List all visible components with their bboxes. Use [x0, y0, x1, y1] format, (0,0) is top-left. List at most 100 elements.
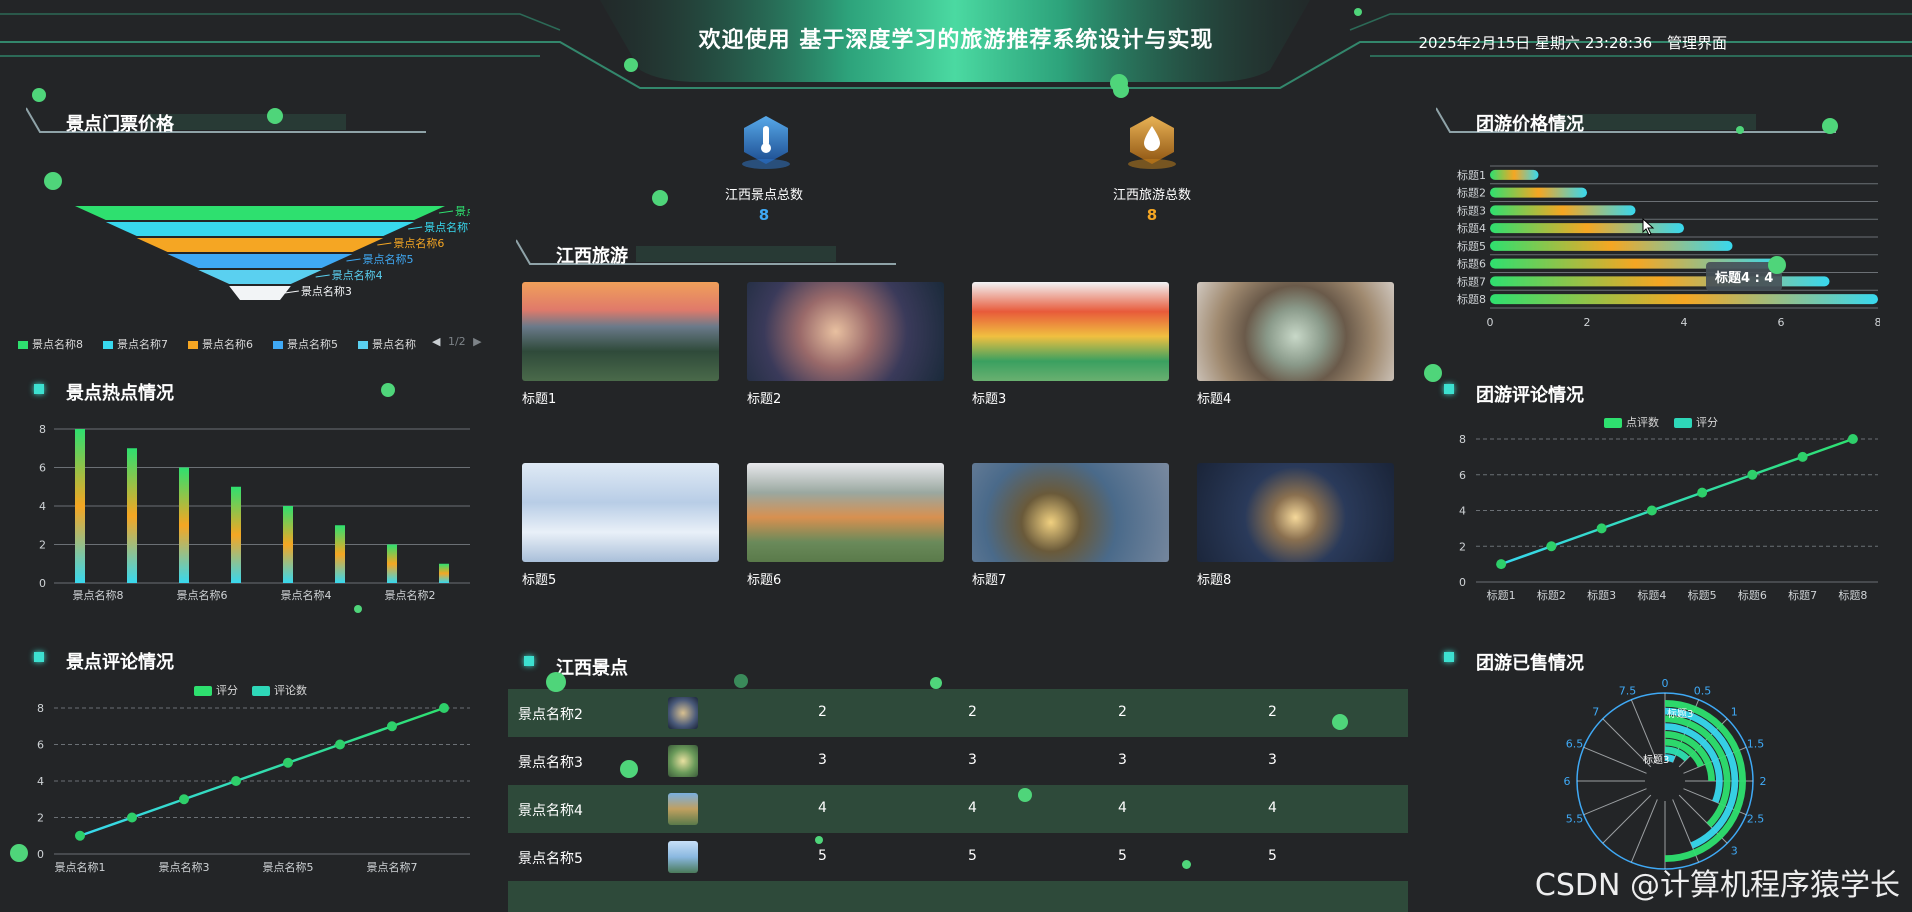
travel-photo-3[interactable]: [972, 282, 1169, 381]
group-sold-title: 团游已售情况: [1476, 653, 1584, 674]
bar: [335, 525, 345, 583]
x-tick-label: 标题1: [1487, 588, 1516, 602]
y-tick-label: 标题6: [1457, 257, 1486, 271]
travel-photo-2[interactable]: [747, 282, 944, 381]
travel-caption-1[interactable]: 标题1: [522, 388, 556, 407]
travel-photo-4[interactable]: [1197, 282, 1394, 381]
x-tick-label: 标题4: [1637, 588, 1666, 602]
table-row[interactable]: 景点名称5 5 5 5 5: [508, 833, 1408, 881]
travel-caption-5[interactable]: 标题5: [522, 569, 556, 588]
angle-tick-label: 7: [1592, 706, 1599, 719]
spot-thumb: [668, 793, 698, 825]
decor-dot: [1018, 788, 1032, 802]
x-tick-label: 标题6: [1738, 588, 1767, 602]
decor-dot: [652, 190, 668, 206]
polar-spoke: [1630, 799, 1658, 863]
travel-caption-4[interactable]: 标题4: [1197, 388, 1231, 407]
bar: [387, 544, 397, 583]
y-tick-label: 4: [1459, 505, 1466, 518]
funnel-label: 景点名称7: [424, 220, 470, 234]
data-point: [387, 721, 397, 732]
data-point: [439, 703, 449, 713]
legend-item[interactable]: 景点名称8: [18, 336, 83, 352]
bar: [75, 429, 85, 583]
cell: 5: [1268, 848, 1277, 864]
travel-photo-5[interactable]: [522, 463, 719, 562]
cell: 2: [1118, 704, 1127, 720]
funnel-slice: [229, 286, 291, 300]
travel-photo-1[interactable]: [522, 282, 719, 381]
data-point: [1697, 487, 1708, 498]
travel-caption-6[interactable]: 标题6: [747, 569, 781, 588]
legend-item[interactable]: 景点名称7: [103, 336, 168, 352]
data-point: [179, 794, 189, 805]
spot-name: 景点名称5: [518, 851, 583, 867]
spot-comment-marker: [34, 652, 44, 662]
decor-dot: [930, 677, 942, 689]
group-comment-marker: [1444, 384, 1454, 394]
y-tick-label: 8: [39, 423, 46, 436]
legend-prev-icon[interactable]: ◀: [432, 335, 440, 348]
table-row[interactable]: 景点名称3 3 3 3 3: [508, 737, 1408, 785]
group-comment-line-chart: 0 2 4 6 8 标题1 标题2 标题3 标题4 标题5 标题6 标题7 标题8: [1459, 433, 1878, 602]
stat-value-tours: 8: [1146, 206, 1158, 224]
stat-label-tours: 江西旅游总数: [1112, 188, 1191, 203]
legend-next-icon[interactable]: ▶: [473, 335, 481, 348]
legend-item[interactable]: 景点名称5: [273, 336, 338, 352]
funnel-slice: [136, 238, 384, 252]
travel-caption-3[interactable]: 标题3: [972, 388, 1006, 407]
ticket-price-title: 景点门票价格: [66, 114, 174, 135]
polar-spoke: [1583, 788, 1647, 816]
spot-name: 景点名称3: [518, 755, 583, 771]
y-tick-label: 0: [1459, 576, 1466, 589]
table-row[interactable]: [508, 881, 1408, 912]
travel-caption-7[interactable]: 标题7: [972, 569, 1006, 588]
cell: 3: [818, 752, 827, 768]
spot-comment-title: 景点评论情况: [66, 652, 174, 673]
funnel-label: 景点名称5: [363, 252, 414, 266]
decor-dot: [10, 844, 28, 862]
bar: [283, 506, 293, 583]
bar: [1490, 169, 1539, 180]
travel-caption-2[interactable]: 标题2: [747, 388, 781, 407]
travel-photo-8[interactable]: [1197, 463, 1394, 562]
data-point: [1847, 434, 1858, 444]
funnel-label-line: [315, 274, 330, 278]
x-tick-label: 标题2: [1537, 588, 1566, 602]
legend-item[interactable]: 景点名称: [358, 336, 416, 352]
data-point: [335, 739, 345, 750]
csdn-watermark: CSDN @计算机程序猿学长: [1534, 868, 1900, 903]
funnel-label: 景点名称8: [455, 204, 470, 218]
cell: 3: [968, 752, 977, 768]
decor-dot: [1822, 118, 1838, 134]
spot-name: 景点名称2: [518, 707, 583, 723]
travel-photo-7[interactable]: [972, 463, 1169, 562]
cell: 2: [1268, 704, 1277, 720]
data-point: [1646, 505, 1657, 516]
travel-caption-8[interactable]: 标题8: [1197, 569, 1231, 588]
angle-tick-label: 1.5: [1747, 737, 1765, 750]
angle-tick-label: 3: [1731, 844, 1738, 857]
admin-link[interactable]: 管理界面: [1667, 34, 1727, 52]
funnel-label-line: [377, 242, 392, 246]
cell: 4: [1268, 800, 1277, 816]
x-tick-label: 8: [1875, 316, 1881, 329]
drop-icon: [1128, 116, 1176, 169]
decor-dot: [32, 88, 46, 102]
data-point: [1797, 451, 1808, 462]
x-tick-label: 景点名称5: [263, 860, 314, 874]
jiangxi-spots-title: 江西景点: [556, 658, 628, 679]
table-row[interactable]: 景点名称4 4 4 4 4: [508, 785, 1408, 833]
group-sold-polar-chart: 0 0.5 1 1.5 2 2.5 3 5.5 6 6.5 7 7.5 标题3 标题3: [1564, 677, 1767, 870]
cell: 5: [1118, 848, 1127, 864]
y-tick-label: 4: [37, 775, 44, 788]
angle-tick-label: 6: [1564, 775, 1571, 788]
legend-item[interactable]: 景点名称6: [188, 336, 253, 352]
legend-pager: ◀ 1/2 ▶: [432, 335, 482, 348]
table-row[interactable]: 景点名称2 2 2 2 2: [508, 689, 1408, 737]
spot-name: 景点名称4: [518, 803, 583, 819]
funnel-slice: [105, 222, 415, 236]
x-tick-label: 景点名称1: [55, 860, 106, 874]
travel-photo-6[interactable]: [747, 463, 944, 562]
decor-dot: [624, 58, 638, 72]
